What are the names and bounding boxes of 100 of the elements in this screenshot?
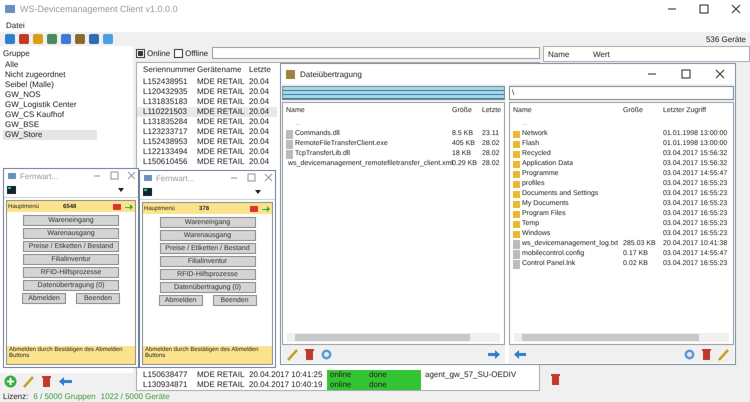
horizontal-scrollbar[interactable] — [514, 333, 729, 342]
trash-icon[interactable] — [549, 373, 562, 386]
arrow-icon[interactable] — [261, 204, 271, 212]
refresh-icon[interactable] — [320, 348, 333, 360]
status-text: 1022 / 5000 Geräte — [100, 392, 170, 401]
table-cell-text: 20.04 — [249, 117, 270, 127]
app-icon — [285, 68, 296, 80]
horizontal-scrollbar[interactable] — [287, 333, 500, 342]
back-arrow-icon[interactable] — [58, 375, 73, 388]
table-cell-text: L152438953 — [143, 137, 188, 147]
column-header[interactable]: Seriennummer — [143, 63, 197, 77]
device-row[interactable]: L152438953 MDE RETAIL 20.04 — [137, 137, 277, 147]
app-icon — [143, 173, 153, 183]
window-title: Fernwart... — [20, 172, 58, 180]
table-cell-text: 20.04 — [249, 87, 270, 97]
table-cell-text: agent_gw_57_SU-OEDIV — [424, 370, 516, 380]
table-cell-text: MDE RETAIL — [197, 157, 246, 167]
add-icon[interactable] — [4, 375, 17, 388]
menu-item[interactable]: Datei — [6, 20, 25, 30]
table-cell-text: L150610456 — [143, 157, 188, 167]
group-item[interactable]: GW_CS Kaufhof — [3, 110, 97, 120]
table-cell-text: 20.04 — [249, 127, 270, 137]
device-row[interactable]: L123233717 MDE RETAIL 20.04 — [137, 127, 277, 137]
status-cell: done — [366, 380, 421, 390]
table-cell-text: L130934871 — [143, 380, 188, 390]
group-item[interactable]: GW_Logistik Center — [3, 100, 97, 110]
caret-icon — [118, 188, 124, 192]
table-cell-text: MDE RETAIL — [197, 147, 246, 157]
search-field[interactable] — [212, 47, 540, 59]
status-cell: online — [327, 370, 366, 380]
table-cell-text: MDE RETAIL — [197, 87, 246, 97]
device-row[interactable]: L120432935 MDE RETAIL 20.04 — [137, 87, 277, 97]
toolbar-icon[interactable] — [60, 33, 72, 45]
column-header[interactable]: Letzte — [249, 63, 277, 77]
toolbar-icon[interactable] — [18, 33, 30, 45]
status-cell: online — [327, 380, 366, 390]
device-dropdown[interactable] — [4, 183, 138, 198]
device-row[interactable]: L110221503 MDE RETAIL 20.04 — [137, 107, 277, 117]
column-header[interactable]: Gerätename — [197, 63, 249, 77]
app-icon — [7, 171, 17, 181]
caret-icon — [255, 190, 261, 194]
table-cell-text: L110221503 — [143, 107, 188, 117]
table-cell-text: 20.04 — [249, 97, 270, 107]
online-checkbox[interactable]: Online — [136, 48, 170, 58]
group-item[interactable]: Alle — [3, 60, 97, 70]
pencil-icon[interactable] — [286, 348, 299, 360]
table-cell-text: MDE RETAIL — [197, 137, 246, 147]
path-field[interactable]: \ — [509, 86, 734, 100]
terminal-icon — [143, 188, 152, 196]
toolbar-icon[interactable] — [32, 33, 44, 45]
toolbar-icon[interactable] — [102, 33, 114, 45]
column-header[interactable]: Wert — [593, 50, 638, 58]
table-cell-text: 20.04 — [249, 137, 270, 147]
window-title: Fernwart... — [156, 174, 194, 182]
device-row[interactable]: L131835183 MDE RETAIL 20.04 — [137, 97, 277, 107]
arrow-icon[interactable] — [124, 202, 134, 210]
refresh-icon[interactable] — [683, 348, 696, 360]
offline-checkbox[interactable]: Offline — [174, 48, 208, 58]
status-label: Lizenz: — [3, 392, 28, 401]
toolbar-icon[interactable] — [74, 33, 86, 45]
group-item[interactable]: Seibel (Malle) — [3, 80, 97, 90]
toolbar-icon[interactable] — [46, 33, 58, 45]
trash-icon[interactable] — [40, 375, 53, 388]
pencil-icon[interactable] — [717, 348, 730, 360]
column-header[interactable]: Name — [548, 50, 593, 58]
table-cell-text: L131835284 — [143, 117, 188, 127]
toolbar-icon[interactable] — [4, 33, 16, 45]
device-row[interactable]: L150610456 MDE RETAIL 20.04 — [137, 157, 277, 167]
device-row[interactable]: L131835284 MDE RETAIL 20.04 — [137, 117, 277, 127]
group-item[interactable]: Nicht zugeordnet — [3, 70, 97, 80]
table-cell-text: MDE RETAIL — [197, 127, 246, 137]
right-arrow-icon[interactable] — [487, 348, 501, 360]
device-dropdown[interactable] — [140, 185, 275, 200]
table-cell-text: L152438951 — [143, 77, 188, 87]
table-cell-text: L150638477 — [143, 370, 188, 380]
table-cell-text: MDE RETAIL — [197, 370, 246, 380]
group-item[interactable]: GW_BSE — [3, 120, 97, 130]
table-cell-text: MDE RETAIL — [197, 77, 246, 87]
table-cell-text: MDE RETAIL — [197, 97, 246, 107]
group-header: Gruppe — [3, 48, 31, 60]
terminal-icon — [7, 186, 16, 194]
left-arrow-icon[interactable] — [513, 348, 527, 360]
trash-icon[interactable] — [700, 348, 713, 360]
table-cell-text: MDE RETAIL — [197, 380, 246, 390]
table-cell-text: MDE RETAIL — [197, 107, 246, 117]
table-cell-text: MDE RETAIL — [197, 117, 246, 127]
trash-icon[interactable] — [303, 348, 316, 360]
table-cell-text: 20.04 — [249, 107, 270, 117]
table-cell-text: L131835183 — [143, 97, 188, 107]
device-count: 536 Geräte — [706, 34, 746, 44]
toolbar-icon[interactable] — [88, 33, 100, 45]
pencil-icon[interactable] — [22, 375, 35, 388]
path-field[interactable] — [282, 86, 505, 100]
group-item[interactable]: GW_Store — [3, 130, 97, 140]
table-cell-text: 20.04 — [249, 157, 270, 167]
device-row[interactable]: L122133494 MDE RETAIL 20.04 — [137, 147, 277, 157]
device-row[interactable]: L152438951 MDE RETAIL 20.04 — [137, 77, 277, 87]
table-cell-text: 20.04.2017 10:41:25 — [249, 370, 324, 380]
group-item[interactable]: GW_NOS — [3, 90, 97, 100]
app-icon — [4, 3, 16, 15]
